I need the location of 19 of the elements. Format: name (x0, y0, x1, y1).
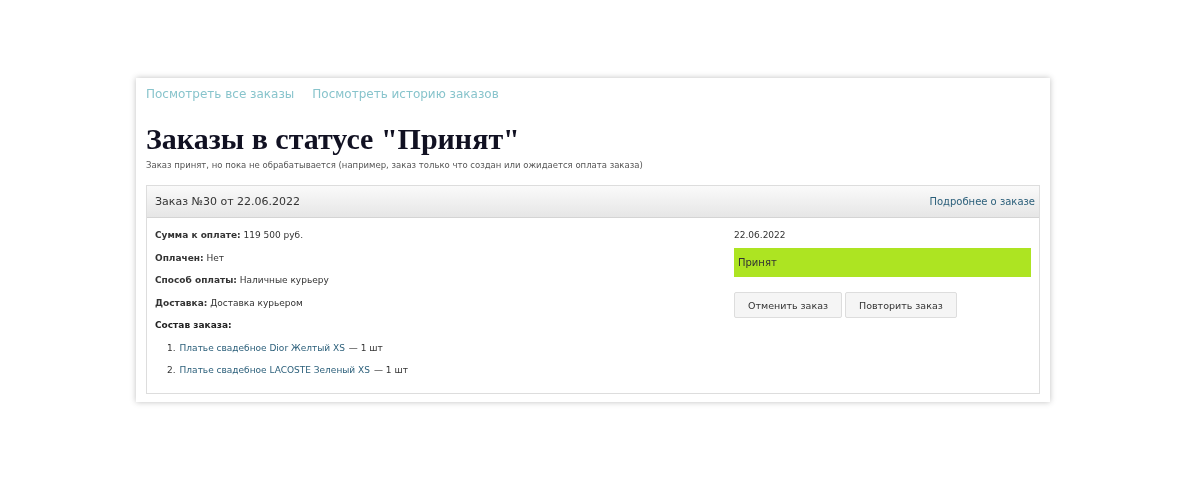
order-button[interactable]: Отменить заказ (734, 292, 843, 318)
order-field: Способ оплаты: Наличные курьеру (155, 275, 734, 298)
order-field: Доставка: Доставка курьером (155, 297, 734, 320)
status-description: Заказ принят, но пока не обрабатывается (например, заказ только что создан или ожидается оплата заказа) (146, 160, 644, 170)
order-date: 22.06.2022 (734, 230, 787, 242)
order-heading: Заказ №30 от 22.06.2022 (155, 195, 301, 208)
item-quantity: — 1 шт (348, 342, 383, 355)
order-field: Оплачен: Нет (155, 252, 734, 275)
details-link[interactable]: Подробнее о заказе (929, 196, 1035, 207)
item-link[interactable]: Платье свадебное LACOSTE Зеленый XS (179, 364, 370, 387)
item-number: 1. (167, 342, 176, 355)
status-bar: Принят (734, 248, 1031, 277)
item-quantity: — 1 шт (373, 364, 408, 377)
item-number: 2. (167, 364, 176, 377)
page-title: Заказы в статусе "Принят" (146, 122, 521, 156)
items-label: Состав заказа: (155, 320, 233, 332)
order-button[interactable]: Повторить заказ (845, 292, 957, 318)
order-field: Сумма к оплате: 119 500 руб. (155, 230, 734, 253)
item-link[interactable]: Платье свадебное Dior Желтый XS (179, 342, 345, 365)
